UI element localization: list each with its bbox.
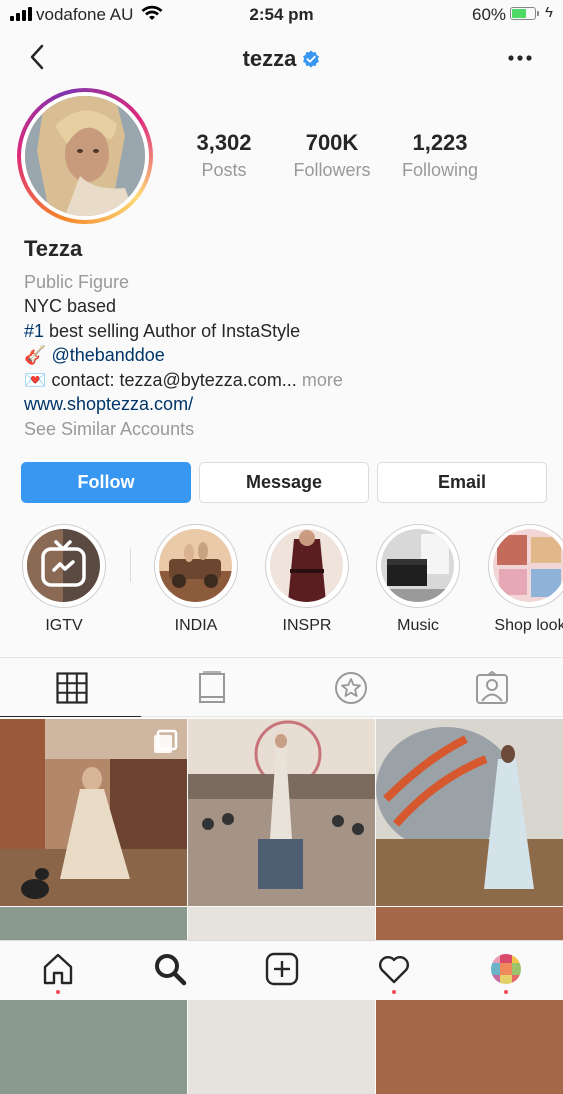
highlight-cover — [159, 529, 232, 602]
stat-value: 1,223 — [412, 130, 468, 155]
notification-dot — [392, 990, 396, 994]
igtv-tab[interactable] — [192, 668, 232, 708]
contact-text: contact: tezza@bytezza.com... — [51, 369, 297, 390]
verified-badge-icon — [303, 50, 320, 68]
tagged-person-icon — [476, 671, 508, 704]
highlight-inspr[interactable]: INSPR — [257, 524, 357, 635]
mention-link[interactable]: @thebanddoe — [51, 345, 164, 365]
search-icon[interactable] — [153, 952, 187, 986]
saved-tab[interactable] — [331, 668, 371, 708]
bio-line: 💌 contact: tezza@bytezza.com... more — [24, 368, 544, 393]
love-letter-icon: 💌 — [24, 369, 47, 390]
highlight-cover — [381, 529, 454, 602]
grid-icon — [56, 672, 88, 704]
website-link[interactable]: www.shoptezza.com/ — [24, 392, 544, 417]
bio-text: best selling Author of InstaStyle — [44, 320, 301, 341]
followers-count[interactable]: 700K Followers — [278, 130, 386, 181]
bio-line: 🎸 @thebanddoe — [24, 343, 544, 368]
post-thumbnail[interactable] — [376, 719, 563, 906]
bio-line: #1 best selling Author of InstaStyle — [24, 319, 544, 344]
message-button[interactable]: Message — [199, 462, 369, 503]
posts-count[interactable]: 3,302 Posts — [170, 130, 278, 181]
see-similar-accounts-link[interactable]: See Similar Accounts — [24, 417, 544, 442]
display-name: Tezza — [24, 236, 83, 261]
highlight-label: INDIA — [174, 617, 218, 634]
more-link[interactable]: more — [302, 370, 343, 390]
username: tezza — [242, 46, 297, 71]
highlight-cover — [270, 529, 343, 602]
battery-percent: 60% — [472, 5, 507, 24]
profile-header: tezza — [0, 36, 563, 80]
highlight-igtv[interactable]: IGTV — [14, 524, 114, 635]
tagged-tab[interactable] — [472, 668, 512, 708]
heart-icon[interactable] — [377, 952, 411, 986]
status-bar: vodafone AU 2:54 pm 60% ϟ — [0, 0, 563, 30]
follow-button[interactable]: Follow — [21, 462, 191, 503]
post-thumbnail[interactable] — [0, 907, 187, 1094]
highlight-label: INSPR — [282, 617, 332, 634]
highlight-shop-look[interactable]: Shop look — [480, 524, 563, 635]
divider — [130, 548, 131, 582]
page-title: tezza — [0, 46, 563, 72]
star-icon — [335, 672, 367, 704]
home-icon[interactable] — [41, 952, 75, 986]
bio-line: NYC based — [24, 296, 117, 316]
category-label: Public Figure — [24, 271, 130, 292]
post-thumbnail[interactable] — [188, 907, 375, 1094]
grid-tab[interactable] — [52, 668, 92, 708]
post-thumbnail[interactable] — [188, 719, 375, 906]
stat-value: 700K — [305, 130, 359, 155]
highlight-india[interactable]: INDIA — [146, 524, 246, 635]
profile-stats: 3,302 Posts 700K Followers 1,223 Followi… — [170, 130, 553, 181]
active-tab-indicator — [0, 716, 141, 717]
profile-tabs — [0, 657, 563, 717]
notification-dot — [56, 990, 60, 994]
highlight-cover — [493, 529, 563, 602]
highlight-label: Music — [397, 617, 439, 634]
highlight-music[interactable]: Music — [368, 524, 468, 635]
battery-icon — [510, 7, 539, 20]
email-button[interactable]: Email — [377, 462, 547, 503]
stat-label: Followers — [293, 160, 371, 180]
bottom-navigation — [0, 940, 563, 1000]
post-thumbnail[interactable] — [0, 719, 187, 906]
highlight-label: IGTV — [45, 617, 83, 634]
following-count[interactable]: 1,223 Following — [386, 130, 494, 181]
hashtag-link[interactable]: #1 — [24, 321, 44, 341]
profile-bio: Tezza Public Figure NYC based #1 best se… — [24, 236, 544, 442]
profile-icon[interactable] — [489, 952, 523, 986]
notification-dot — [504, 990, 508, 994]
more-options-icon[interactable] — [507, 54, 533, 62]
highlight-label: Shop look — [494, 617, 563, 634]
avatar-photo — [25, 96, 145, 216]
stat-label: Posts — [201, 160, 247, 180]
igtv-tab-icon — [199, 671, 225, 703]
igtv-icon — [27, 529, 100, 602]
profile-avatar[interactable] — [17, 88, 153, 224]
stat-value: 3,302 — [196, 130, 252, 155]
charging-icon: ϟ — [545, 4, 553, 21]
guitar-icon: 🎸 — [24, 345, 47, 365]
post-thumbnail[interactable] — [376, 907, 563, 1094]
add-post-icon[interactable] — [265, 952, 299, 986]
stat-label: Following — [401, 160, 479, 180]
